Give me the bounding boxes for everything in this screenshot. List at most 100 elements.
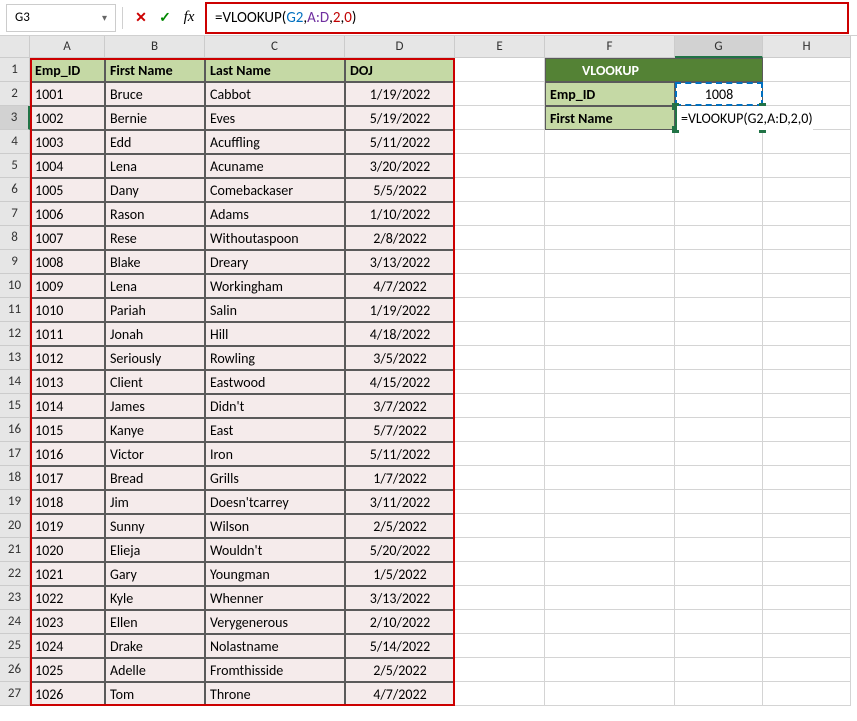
cell[interactable] bbox=[675, 490, 763, 514]
table-data-cell[interactable]: Wouldn't bbox=[205, 538, 345, 562]
cell[interactable] bbox=[763, 418, 851, 442]
table-data-cell[interactable]: 5/11/2022 bbox=[345, 442, 455, 466]
table-data-cell[interactable]: Ellen bbox=[105, 610, 205, 634]
cell[interactable] bbox=[545, 250, 675, 274]
table-data-cell[interactable]: 1011 bbox=[30, 322, 105, 346]
row-header[interactable]: 3 bbox=[0, 106, 30, 130]
table-data-cell[interactable]: Rese bbox=[105, 226, 205, 250]
row-header[interactable]: 8 bbox=[0, 226, 30, 250]
table-data-cell[interactable]: Eastwood bbox=[205, 370, 345, 394]
table-data-cell[interactable]: 1023 bbox=[30, 610, 105, 634]
table-data-cell[interactable]: 1012 bbox=[30, 346, 105, 370]
table-data-cell[interactable]: Tom bbox=[105, 682, 205, 706]
cell[interactable] bbox=[455, 490, 545, 514]
row-header[interactable]: 10 bbox=[0, 274, 30, 298]
table-data-cell[interactable]: Blake bbox=[105, 250, 205, 274]
cell[interactable] bbox=[455, 178, 545, 202]
table-data-cell[interactable]: Nolastname bbox=[205, 634, 345, 658]
row-header[interactable]: 9 bbox=[0, 250, 30, 274]
cell[interactable] bbox=[455, 130, 545, 154]
table-data-cell[interactable]: Acuname bbox=[205, 154, 345, 178]
row-header[interactable]: 27 bbox=[0, 682, 30, 706]
cell[interactable] bbox=[455, 634, 545, 658]
table-data-cell[interactable]: 2/10/2022 bbox=[345, 610, 455, 634]
cell[interactable] bbox=[675, 442, 763, 466]
table-data-cell[interactable]: Sunny bbox=[105, 514, 205, 538]
cell[interactable] bbox=[545, 538, 675, 562]
cell[interactable] bbox=[763, 490, 851, 514]
table-data-cell[interactable]: 1002 bbox=[30, 106, 105, 130]
cell[interactable] bbox=[675, 682, 763, 706]
cell[interactable] bbox=[455, 250, 545, 274]
cell[interactable] bbox=[455, 562, 545, 586]
cell[interactable] bbox=[455, 682, 545, 706]
cell[interactable] bbox=[763, 610, 851, 634]
cell[interactable] bbox=[763, 586, 851, 610]
cell[interactable] bbox=[675, 346, 763, 370]
table-data-cell[interactable]: Pariah bbox=[105, 298, 205, 322]
table-data-cell[interactable]: 1010 bbox=[30, 298, 105, 322]
cell[interactable] bbox=[455, 442, 545, 466]
cell[interactable] bbox=[675, 610, 763, 634]
table-data-cell[interactable]: 4/7/2022 bbox=[345, 682, 455, 706]
row-header[interactable]: 20 bbox=[0, 514, 30, 538]
cell[interactable] bbox=[455, 202, 545, 226]
table-data-cell[interactable]: 5/5/2022 bbox=[345, 178, 455, 202]
table-data-cell[interactable]: 4/15/2022 bbox=[345, 370, 455, 394]
row-header[interactable]: 18 bbox=[0, 466, 30, 490]
table-data-cell[interactable]: 1007 bbox=[30, 226, 105, 250]
cell[interactable] bbox=[763, 82, 851, 106]
table-data-cell[interactable]: 1/7/2022 bbox=[345, 466, 455, 490]
table-data-cell[interactable]: Jim bbox=[105, 490, 205, 514]
cell[interactable] bbox=[545, 514, 675, 538]
table-data-cell[interactable]: Grills bbox=[205, 466, 345, 490]
table-data-cell[interactable]: 3/7/2022 bbox=[345, 394, 455, 418]
cell[interactable] bbox=[763, 370, 851, 394]
cell[interactable] bbox=[545, 202, 675, 226]
cell[interactable] bbox=[545, 658, 675, 682]
cell[interactable] bbox=[545, 274, 675, 298]
cell[interactable] bbox=[763, 658, 851, 682]
table-header-cell[interactable]: Emp_ID bbox=[30, 58, 105, 82]
cell[interactable] bbox=[763, 538, 851, 562]
column-header-B[interactable]: B bbox=[105, 36, 205, 58]
table-data-cell[interactable]: Didn't bbox=[205, 394, 345, 418]
cell[interactable] bbox=[455, 538, 545, 562]
table-data-cell[interactable]: Workingham bbox=[205, 274, 345, 298]
cell[interactable] bbox=[763, 202, 851, 226]
cell[interactable] bbox=[763, 298, 851, 322]
cell[interactable] bbox=[675, 658, 763, 682]
cell[interactable] bbox=[675, 634, 763, 658]
table-data-cell[interactable]: 1013 bbox=[30, 370, 105, 394]
name-box[interactable]: G3 ▾ bbox=[6, 4, 116, 32]
table-data-cell[interactable]: 1019 bbox=[30, 514, 105, 538]
table-data-cell[interactable]: 1003 bbox=[30, 130, 105, 154]
row-header[interactable]: 14 bbox=[0, 370, 30, 394]
table-data-cell[interactable]: Rowling bbox=[205, 346, 345, 370]
cell[interactable] bbox=[763, 58, 851, 82]
fx-icon[interactable]: fx bbox=[177, 6, 201, 30]
table-data-cell[interactable]: James bbox=[105, 394, 205, 418]
row-header[interactable]: 24 bbox=[0, 610, 30, 634]
table-data-cell[interactable]: 5/7/2022 bbox=[345, 418, 455, 442]
table-data-cell[interactable]: 2/8/2022 bbox=[345, 226, 455, 250]
table-data-cell[interactable]: 1024 bbox=[30, 634, 105, 658]
cell[interactable] bbox=[763, 226, 851, 250]
table-data-cell[interactable]: Throne bbox=[205, 682, 345, 706]
cell[interactable] bbox=[545, 490, 675, 514]
cancel-icon[interactable]: ✕ bbox=[129, 6, 153, 30]
table-data-cell[interactable]: Drake bbox=[105, 634, 205, 658]
cell[interactable] bbox=[545, 154, 675, 178]
table-data-cell[interactable]: Client bbox=[105, 370, 205, 394]
table-data-cell[interactable]: 2/5/2022 bbox=[345, 514, 455, 538]
row-header[interactable]: 23 bbox=[0, 586, 30, 610]
column-header-C[interactable]: C bbox=[205, 36, 345, 58]
table-data-cell[interactable]: 1021 bbox=[30, 562, 105, 586]
cell[interactable] bbox=[763, 130, 851, 154]
row-header[interactable]: 12 bbox=[0, 322, 30, 346]
table-data-cell[interactable]: 1/5/2022 bbox=[345, 562, 455, 586]
column-header-H[interactable]: H bbox=[763, 36, 851, 58]
table-data-cell[interactable]: Salin bbox=[205, 298, 345, 322]
column-header-D[interactable]: D bbox=[345, 36, 455, 58]
table-data-cell[interactable]: 1004 bbox=[30, 154, 105, 178]
